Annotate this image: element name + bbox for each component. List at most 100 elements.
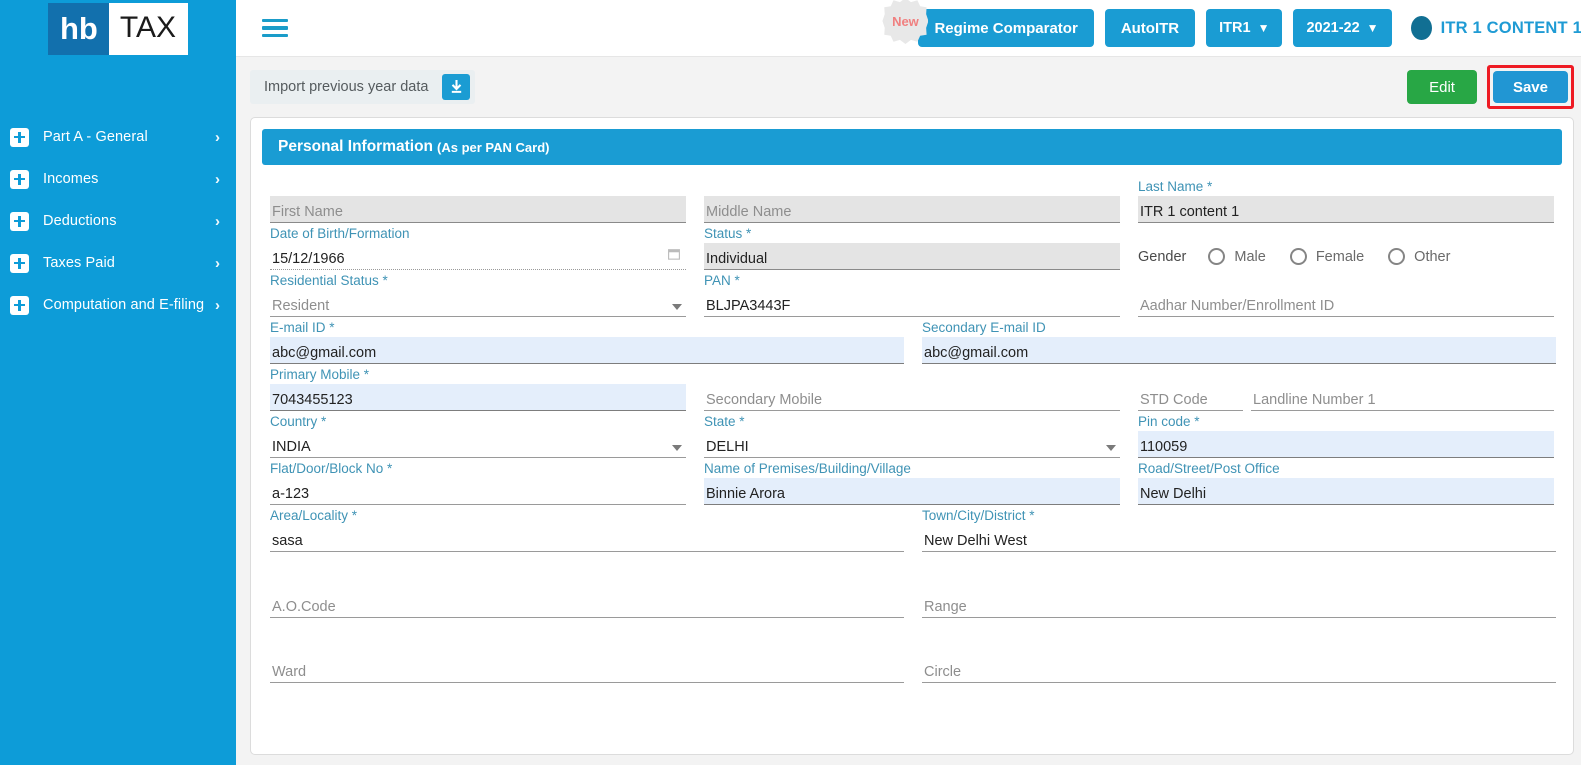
plus-icon [10,211,29,231]
gender-option-other[interactable]: Other [1388,248,1450,265]
user-menu[interactable]: ITR 1 CONTENT 1 [1403,16,1581,40]
chevron-down-icon[interactable] [672,304,682,310]
secondary-email-label: Secondary E-mail ID [922,320,1046,335]
town-city-district-input[interactable]: New Delhi West [922,525,1556,552]
premises-input[interactable]: Binnie Arora [704,478,1120,505]
road-street-field: Road/Street/Post Office New Delhi [1138,461,1554,505]
gender-field: Gender Male Female Other [1138,226,1554,270]
user-name-label: ITR 1 CONTENT 1 [1440,18,1581,37]
action-buttons: Edit Save [1407,65,1574,109]
primary-mobile-input[interactable]: 7043455123 [270,384,686,411]
middle-name-input[interactable]: Middle Name [704,196,1120,223]
secondary-mobile-input[interactable]: Secondary Mobile [704,384,1120,411]
circle-input[interactable]: Circle [922,656,1556,683]
ward-input[interactable]: Ward [270,656,904,683]
middle-name-field: Middle Name [704,179,1120,223]
ao-code-input[interactable]: A.O.Code [270,591,904,618]
radio-icon [1289,248,1307,265]
card-header: Personal Information (As per PAN Card) [262,129,1562,165]
card-area: Personal Information (As per PAN Card) F… [236,117,1581,765]
assessment-year-value: 2021-22 [1306,20,1360,36]
hamburger-menu-icon[interactable] [262,11,288,46]
email-label: E-mail ID * [270,320,335,335]
flat-door-block-field: Flat/Door/Block No * a-123 [270,461,686,505]
road-street-input[interactable]: New Delhi [1138,478,1554,505]
std-code-input[interactable]: STD Code [1138,384,1243,411]
regime-comparator-button[interactable]: Regime Comparator [918,9,1094,47]
pan-field: PAN * BLJPA3443F [704,273,1120,317]
form-row-address-2: Area/Locality * sasa Town/City/District … [270,508,1556,552]
residential-status-field: Residential Status * Resident [270,273,686,317]
area-locality-input[interactable]: sasa [270,525,904,552]
status-label: Status * [704,226,752,241]
radio-icon [1208,248,1226,265]
auto-itr-button[interactable]: AutoITR [1104,9,1196,47]
gender-option-label: Other [1414,248,1451,265]
logo-tax-text: TAX [108,3,188,55]
app-logo[interactable]: hb TAX [0,0,236,58]
chevron-right-icon: › [215,128,220,146]
first-name-input[interactable]: First Name [270,196,686,223]
country-label: Country * [270,414,327,429]
secondary-mobile-field: Secondary Mobile [704,367,1120,411]
range-input[interactable]: Range [922,591,1556,618]
save-button[interactable]: Save [1492,71,1568,103]
chevron-down-icon: ▼ [1366,21,1379,35]
plus-icon [10,169,29,189]
chevron-right-icon: › [215,170,220,188]
area-locality-field: Area/Locality * sasa [270,508,904,552]
range-field: Range [922,574,1556,618]
status-input[interactable]: Individual [704,243,1120,270]
residential-status-select[interactable]: Resident [270,290,686,317]
edit-button[interactable]: Edit [1407,70,1477,104]
aadhar-input[interactable]: Aadhar Number/Enrollment ID [1138,290,1554,317]
form-row-country-state-pin: Country * INDIA State * DELHI Pin code *… [270,414,1556,458]
gender-option-female[interactable]: Female [1289,248,1364,265]
plus-icon [10,295,29,315]
pan-input[interactable]: BLJPA3443F [704,290,1120,317]
import-previous-year-data-button[interactable]: Import previous year data [250,70,476,104]
assessment-year-dropdown[interactable]: 2021-22 ▼ [1293,9,1392,47]
state-select[interactable]: DELHI [704,431,1120,458]
pin-code-input[interactable]: 110059 [1138,431,1554,458]
form-row-residential-pan-aadhar: Residential Status * Resident PAN * BLJP… [270,273,1556,317]
plus-icon [10,253,29,273]
gender-option-male[interactable]: Male [1208,248,1266,265]
avatar [1410,16,1432,40]
sidebar-item-deductions[interactable]: Deductions › [0,200,236,242]
primary-mobile-label: Primary Mobile * [270,367,370,382]
flat-door-block-input[interactable]: a-123 [270,478,686,505]
secondary-email-input[interactable]: abc@gmail.com [922,337,1556,364]
card-title: Personal Information [278,138,434,155]
sidebar-item-incomes[interactable]: Incomes › [0,158,236,200]
ward-field: Ward [270,639,904,683]
chevron-down-icon[interactable] [672,445,682,451]
itr-type-dropdown[interactable]: ITR1 ▼ [1206,9,1283,47]
form-row-address-1: Flat/Door/Block No * a-123 Name of Premi… [270,461,1556,505]
sidebar-item-label: Taxes Paid [43,254,115,271]
radio-icon [1388,248,1406,265]
sidebar-item-taxes-paid[interactable]: Taxes Paid › [0,242,236,284]
form-row-phones: Primary Mobile * 7043455123 Secondary Mo… [270,367,1556,411]
chevron-down-icon[interactable] [1106,445,1116,451]
first-name-field: First Name [270,179,686,223]
form-row-emails: E-mail ID * abc@gmail.com Secondary E-ma… [270,320,1556,364]
chevron-right-icon: › [215,296,220,314]
gender-option-label: Male [1234,248,1266,265]
date-of-birth-label: Date of Birth/Formation [270,226,410,241]
road-street-label: Road/Street/Post Office [1138,461,1280,476]
last-name-field: Last Name * ITR 1 content 1 [1138,179,1554,223]
card-subtitle: (As per PAN Card) [437,139,550,155]
sidebar-item-computation-and-efiling[interactable]: Computation and E-filing › [0,284,236,326]
landline-input[interactable]: Landline Number 1 [1251,384,1554,411]
download-icon[interactable] [442,74,471,100]
sidebar-item-part-a-general[interactable]: Part A - General › [0,116,236,158]
email-input[interactable]: abc@gmail.com [270,337,904,364]
app-root: hb TAX Part A - General › Incomes › Dedu… [0,0,1581,765]
date-of-birth-input[interactable]: 15/12/1966 [270,243,686,270]
last-name-input[interactable]: ITR 1 content 1 [1138,196,1554,223]
chevron-right-icon: › [215,212,220,230]
country-select[interactable]: INDIA [270,431,686,458]
calendar-icon[interactable] [668,247,680,265]
secondary-email-field: Secondary E-mail ID abc@gmail.com [922,320,1556,364]
